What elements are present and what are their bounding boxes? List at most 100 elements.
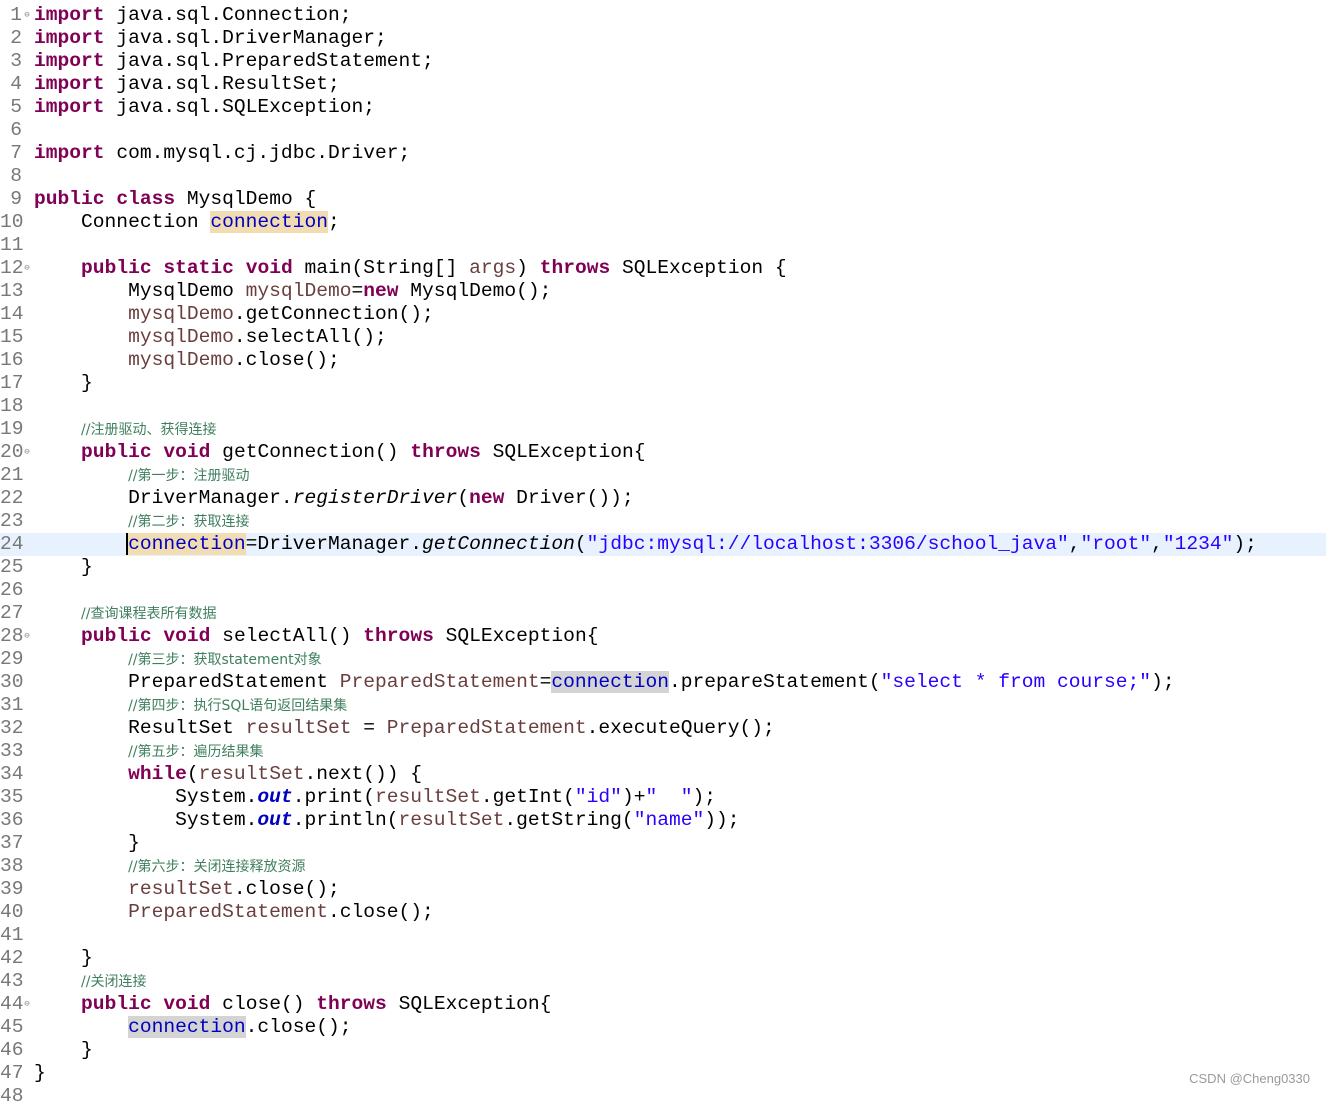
code-token: com.mysql.cj.jdbc.Driver;	[104, 142, 411, 164]
code-line[interactable]: 4 import java.sql.ResultSet;	[0, 73, 1326, 96]
code-line[interactable]: 38 //第六步：关闭连接释放资源	[0, 855, 1326, 878]
code-text: import java.sql.PreparedStatement;	[34, 50, 434, 73]
code-line[interactable]: 22 DriverManager.registerDriver(new Driv…	[0, 487, 1326, 510]
code-line[interactable]: 39 resultSet.close();	[0, 878, 1326, 901]
code-text: //第三步：获取statement对象	[34, 648, 322, 672]
code-line[interactable]: 16 mysqlDemo.close();	[0, 349, 1326, 372]
code-line[interactable]: 48	[0, 1085, 1326, 1108]
code-token: public	[81, 625, 152, 647]
code-text: }	[34, 947, 93, 970]
code-line[interactable]: 35 System.out.print(resultSet.getInt("id…	[0, 786, 1326, 809]
line-number: 16	[0, 349, 24, 371]
code-line[interactable]: 18	[0, 395, 1326, 418]
code-line[interactable]: 9 public class MysqlDemo {	[0, 188, 1326, 211]
code-line[interactable]: 42 }	[0, 947, 1326, 970]
code-token: import	[34, 4, 105, 26]
code-line[interactable]: 25 }	[0, 556, 1326, 579]
fold-toggle-icon[interactable]: ⊖	[22, 993, 32, 1016]
fold-toggle-icon[interactable]: ⊖	[22, 257, 32, 280]
line-number: 39	[0, 878, 24, 900]
code-line[interactable]: 14 mysqlDemo.getConnection();	[0, 303, 1326, 326]
code-line[interactable]: 30 PreparedStatement PreparedStatement=c…	[0, 671, 1326, 694]
line-number: 18	[0, 395, 24, 417]
code-line[interactable]: 44 ⊖ public void close() throws SQLExcept…	[0, 993, 1326, 1016]
code-token: resultSet	[375, 786, 481, 808]
code-comment: //关闭连接	[81, 974, 147, 990]
code-token: }	[34, 372, 93, 394]
fold-toggle-icon[interactable]: ⊖	[22, 4, 32, 27]
line-number: 3	[10, 50, 22, 72]
code-token: connection	[128, 1016, 246, 1038]
code-line[interactable]: 43 //关闭连接	[0, 970, 1326, 993]
code-line[interactable]: 47}	[0, 1062, 1326, 1085]
code-token: System.	[34, 786, 258, 808]
code-token: import	[34, 96, 105, 118]
code-line[interactable]: 5 import java.sql.SQLException;	[0, 96, 1326, 119]
line-number: 22	[0, 487, 24, 509]
code-line[interactable]: 17 }	[0, 372, 1326, 395]
code-token: .selectAll();	[233, 326, 387, 348]
code-line[interactable]: 1 ⊖ import java.sql.Connection;	[0, 4, 1326, 27]
code-line[interactable]: 40 PreparedStatement.close();	[0, 901, 1326, 924]
code-line[interactable]: 3 import java.sql.PreparedStatement;	[0, 50, 1326, 73]
code-text: //第一步：注册驱动	[34, 464, 249, 488]
code-token: mysqlDemo	[128, 303, 234, 325]
code-line[interactable]: 45 connection.close();	[0, 1016, 1326, 1039]
code-line[interactable]: 37 }	[0, 832, 1326, 855]
code-line[interactable]: 10 Connection connection;	[0, 211, 1326, 234]
csdn-watermark: CSDN @Cheng0330	[1189, 1071, 1310, 1086]
fold-toggle-icon[interactable]: ⊖	[22, 625, 32, 648]
code-line[interactable]: 2 import java.sql.DriverManager;	[0, 27, 1326, 50]
code-token: close()	[210, 993, 317, 1015]
code-line[interactable]: 27 //查询课程表所有数据	[0, 602, 1326, 625]
code-line[interactable]: 29 //第三步：获取statement对象	[0, 648, 1326, 671]
code-line[interactable]: 32 ResultSet resultSet = PreparedStateme…	[0, 717, 1326, 740]
code-line[interactable]: 11	[0, 234, 1326, 257]
code-editor[interactable]: 1 ⊖ import java.sql.Connection; 2 import jav…	[0, 0, 1326, 1107]
code-token: )	[516, 257, 540, 279]
code-token: .close();	[327, 901, 434, 923]
code-line[interactable]: 34 while(resultSet.next()) {	[0, 763, 1326, 786]
code-line[interactable]: 7 import com.mysql.cj.jdbc.Driver;	[0, 142, 1326, 165]
code-token: out	[257, 786, 293, 808]
code-token: ));	[704, 809, 740, 831]
line-number: 4	[10, 73, 22, 95]
line-number: 5	[10, 96, 22, 118]
line-number: 40	[0, 901, 24, 923]
code-line[interactable]: 19 //注册驱动、获得连接	[0, 418, 1326, 441]
code-line[interactable]: 23 //第二步：获取连接	[0, 510, 1326, 533]
code-line[interactable]: 36 System.out.println(resultSet.getStrin…	[0, 809, 1326, 832]
code-token: =	[351, 717, 387, 739]
code-line[interactable]: 28 ⊖ public void selectAll() throws SQLEx…	[0, 625, 1326, 648]
code-line[interactable]: 12 ⊖ public static void main(String[] arg…	[0, 257, 1326, 280]
code-line[interactable]: 26	[0, 579, 1326, 602]
code-text: Connection connection;	[34, 211, 340, 234]
code-line[interactable]: 13 MysqlDemo mysqlDemo=new MysqlDemo();	[0, 280, 1326, 303]
string-literal: "jdbc:mysql://localhost:3306/school_java…	[586, 533, 1069, 555]
code-token: throws	[539, 257, 611, 279]
code-line[interactable]: 31 //第四步：执行SQL语句返回结果集	[0, 694, 1326, 717]
code-line[interactable]: 41	[0, 924, 1326, 947]
code-line[interactable]: 24 connection=DriverManager.getConnectio…	[0, 533, 1326, 556]
code-line[interactable]: 15 mysqlDemo.selectAll();	[0, 326, 1326, 349]
code-line[interactable]: 21 //第一步：注册驱动	[0, 464, 1326, 487]
line-number: 10	[0, 211, 24, 233]
code-text: public class MysqlDemo {	[34, 188, 316, 211]
line-number: 35	[0, 786, 24, 808]
code-text: while(resultSet.next()) {	[34, 763, 422, 786]
code-line[interactable]: 33 //第五步：遍历结果集	[0, 740, 1326, 763]
line-number: 37	[0, 832, 24, 854]
code-line[interactable]: 46 }	[0, 1039, 1326, 1062]
fold-toggle-icon[interactable]: ⊖	[22, 441, 32, 464]
code-line[interactable]: 20 ⊖ public void getConnection() throws S…	[0, 441, 1326, 464]
code-text: //第二步：获取连接	[34, 510, 249, 534]
code-line[interactable]: 6	[0, 119, 1326, 142]
code-token: PreparedStatement	[386, 717, 587, 739]
code-line[interactable]: 8	[0, 165, 1326, 188]
code-token: throws	[363, 625, 434, 647]
